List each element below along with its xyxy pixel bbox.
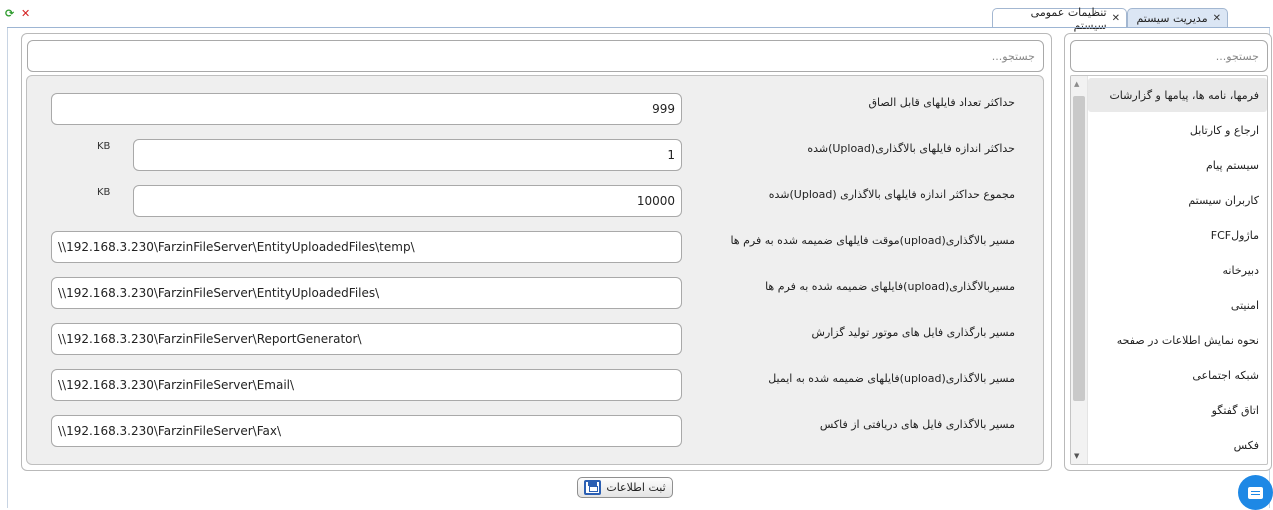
field-label: مسیر بالاگذاری فایل های دریافتی از فاکس [820,418,1015,431]
field-label: حداکثر اندازه فایلهای بالاگذاری(Upload)ش… [807,142,1015,155]
frame-border [7,28,8,508]
scroll-up-icon[interactable]: ▲ [1074,80,1079,88]
field-label: مسیر بارگذاری فایل های موتور تولید گزارش [812,326,1015,339]
refresh-icon[interactable]: ⟳ [5,9,15,19]
field-label: مسیر بالاگذاری(upload)فایلهای ضمیمه شده … [768,372,1015,385]
chat-button[interactable] [1238,475,1273,510]
fax-upload-path-input[interactable]: \\192.168.3.230\FarzinFileServer\Fax\ [51,415,682,447]
settings-form: حداکثر تعداد فایلهای قابل الصاق 999 حداک… [26,75,1044,465]
field-label: مسیر بالاگذاری(upload)موقت فایلهای ضمیمه… [730,234,1015,247]
save-button-label: ثبت اطلاعات [606,481,665,494]
unit-label: KB [97,187,110,198]
sidebar-search-input[interactable]: جستجو... [1070,40,1268,72]
scrollbar[interactable]: ▲ ▼ [1071,76,1088,464]
tab-label: مدیریت سیستم [1136,12,1207,25]
sidebar-item-display[interactable]: نحوه نمایش اطلاعات در صفحه [1088,323,1267,357]
form-upload-path-input[interactable]: \\192.168.3.230\FarzinFileServer\EntityU… [51,277,682,309]
sidebar-item-fax[interactable]: فکس [1088,428,1267,462]
tab-close-icon[interactable]: ✕ [1112,13,1120,24]
floppy-disk-icon [584,480,601,495]
chat-icon [1248,487,1263,499]
tab-close-icon[interactable]: ✕ [1213,13,1221,24]
sidebar-item-chat-room[interactable]: اتاق گفتگو [1088,393,1267,427]
total-upload-size-input[interactable]: 10000 [133,185,682,217]
field-label: مجموع حداکثر اندازه فایلهای بالاگذاری (U… [769,188,1015,201]
main-search-input[interactable]: جستجو... [27,40,1044,72]
max-attachments-input[interactable]: 999 [51,93,682,125]
sidebar-item-secretariat[interactable]: دبیرخانه [1088,253,1267,287]
close-icon[interactable]: ✕ [21,9,31,19]
tab-general-settings[interactable]: ✕ تنظیمات عمومی سیستم [992,8,1127,28]
tab-strip-border [7,27,1270,28]
sidebar-item-referral[interactable]: ارجاع و کارتابل [1088,113,1267,147]
unit-label: KB [97,141,110,152]
scroll-thumb[interactable] [1073,96,1085,401]
settings-category-list: ▲ ▼ فرمها، نامه ها، پیامها و گزارشات ارج… [1070,75,1268,465]
sidebar-item-messaging[interactable]: سیستم پیام [1088,148,1267,182]
sidebar-item-forms[interactable]: فرمها، نامه ها، پیامها و گزارشات [1088,78,1267,112]
save-button[interactable]: ثبت اطلاعات [577,477,673,498]
tab-system-management[interactable]: ✕ مدیریت سیستم [1127,8,1228,28]
sidebar-item-security[interactable]: امنیتی [1088,288,1267,322]
field-label: حداکثر تعداد فایلهای قابل الصاق [868,96,1015,109]
max-upload-size-input[interactable]: 1 [133,139,682,171]
top-bar: ⟳ ✕ ✕ مدیریت سیستم ✕ تنظیمات عمومی سیستم [0,0,1273,28]
window-controls: ⟳ ✕ [5,9,31,19]
temp-upload-path-input[interactable]: \\192.168.3.230\FarzinFileServer\EntityU… [51,231,682,263]
sidebar-item-social[interactable]: شبکه اجتماعی [1088,358,1267,392]
report-generator-path-input[interactable]: \\192.168.3.230\FarzinFileServer\ReportG… [51,323,682,355]
field-label: مسیربالاگذاری(upload)فایلهای ضمیمه شده ب… [765,280,1015,293]
email-upload-path-input[interactable]: \\192.168.3.230\FarzinFileServer\Email\ [51,369,682,401]
scroll-down-icon[interactable]: ▼ [1074,452,1079,460]
sidebar-item-users[interactable]: کاربران سیستم [1088,183,1267,217]
sidebar-item-fcf-module[interactable]: ماژولFCF [1088,218,1267,252]
